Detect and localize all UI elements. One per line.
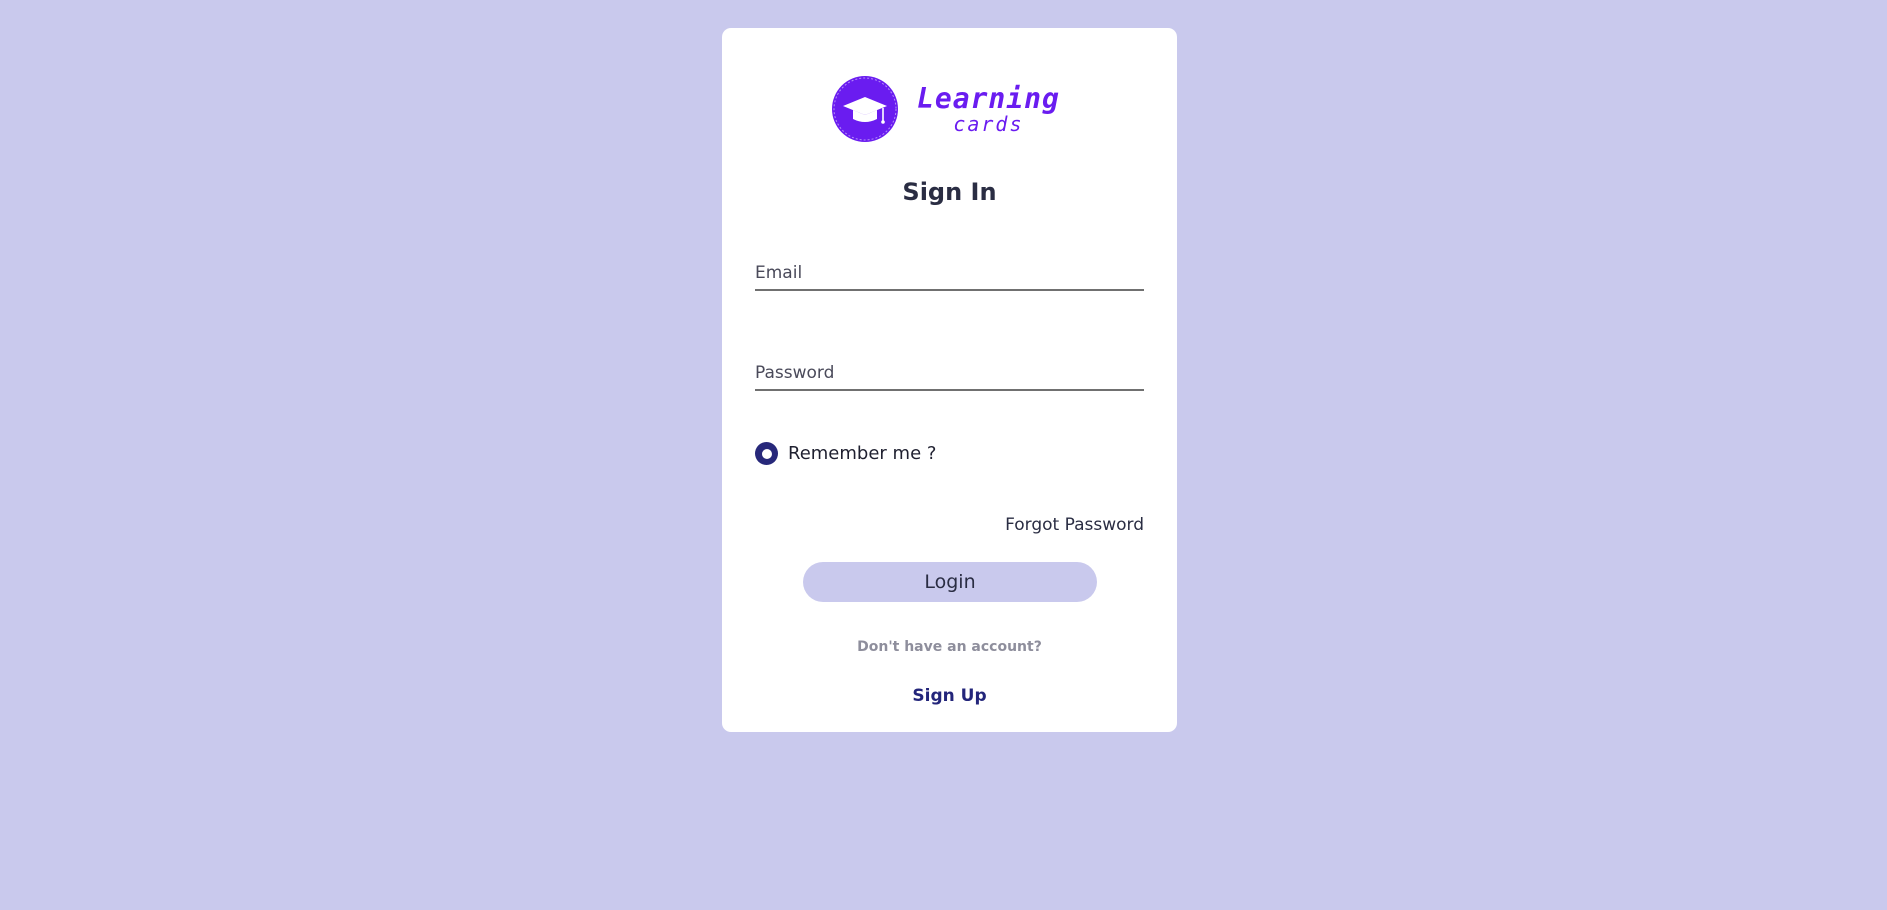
email-field-wrapper xyxy=(755,257,1144,291)
remember-me-option[interactable]: Remember me ? xyxy=(755,442,936,465)
brand-name: Learning cards xyxy=(917,81,1060,136)
sign-in-card: Learning cards Sign In Remember me ? For… xyxy=(722,28,1177,732)
brand-title-line2: cards xyxy=(953,111,1024,136)
remember-me-radio[interactable] xyxy=(755,442,778,465)
forgot-password-link[interactable]: Forgot Password xyxy=(1005,515,1144,535)
login-button[interactable]: Login xyxy=(803,562,1097,602)
password-field-wrapper xyxy=(755,357,1144,391)
radio-selected-dot xyxy=(761,448,772,459)
remember-me-label: Remember me ? xyxy=(788,443,937,464)
page-title: Sign In xyxy=(902,178,997,206)
sign-up-link[interactable]: Sign Up xyxy=(722,686,1177,706)
graduation-cap-icon xyxy=(832,76,898,142)
brand-title-line1: Learning xyxy=(917,81,1060,115)
learning-cards-logo: Learning cards xyxy=(831,75,1060,143)
no-account-text: Don't have an account? xyxy=(857,639,1042,655)
email-field[interactable] xyxy=(755,257,1144,289)
password-field[interactable] xyxy=(755,357,1144,389)
